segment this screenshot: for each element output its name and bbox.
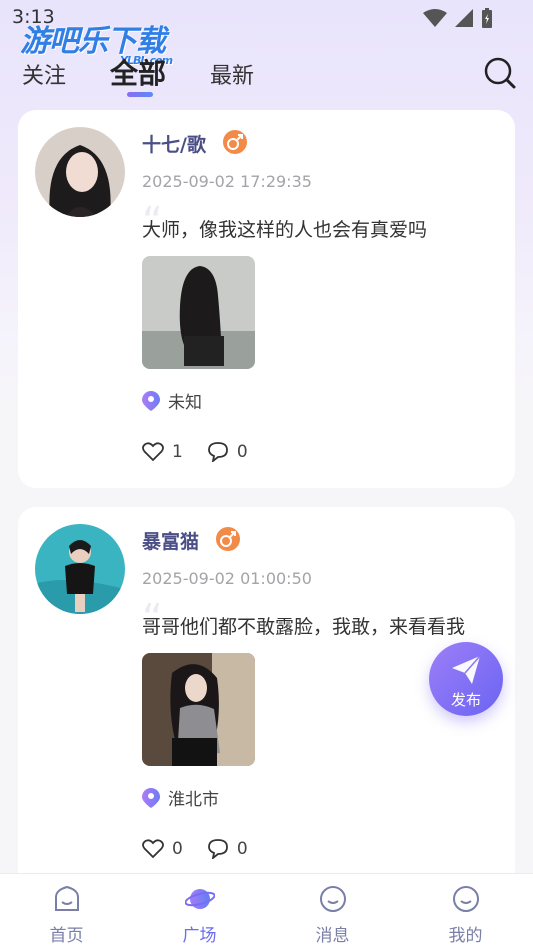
post-image[interactable]	[142, 653, 255, 766]
like-count: 0	[172, 839, 183, 859]
post-content: 大师，像我这样的人也会有真爱吗	[142, 219, 428, 241]
message-icon	[320, 886, 346, 912]
post-stats: 0 0	[142, 839, 272, 859]
location-pin-icon	[142, 390, 160, 411]
nav-messages-label: 消息	[315, 926, 350, 946]
planet-icon	[185, 889, 215, 909]
comment-icon	[207, 839, 228, 859]
post-author-name[interactable]: 暴富猫	[142, 527, 199, 554]
search-icon	[484, 57, 516, 89]
post-content: 哥哥他们都不敢露脸，我敢，来看看我	[142, 616, 466, 638]
location-text: 未知	[168, 393, 202, 413]
post-author-name[interactable]: 十七/歌	[142, 130, 206, 157]
comment-button[interactable]: 0	[207, 839, 248, 859]
publish-label: 发布	[450, 691, 481, 709]
bottom-nav: 首页 广场 消息 我的	[0, 873, 533, 949]
comment-icon	[207, 442, 228, 462]
avatar[interactable]	[35, 127, 125, 217]
nav-square[interactable]: 广场	[133, 874, 266, 949]
feed-tabs: 关注 全部 最新	[0, 50, 533, 100]
nav-home[interactable]: 首页	[0, 874, 133, 949]
post-card[interactable]: 十七/歌 2025-09-02 17:29:35 “ 大师，像我这样的人也会有真…	[18, 110, 515, 488]
like-button[interactable]: 1	[142, 442, 183, 462]
comment-count: 0	[236, 442, 248, 462]
post-timestamp: 2025-09-02 17:29:35	[142, 172, 312, 191]
avatar[interactable]	[35, 524, 125, 614]
tab-all[interactable]: 全部	[110, 52, 166, 92]
send-icon	[452, 655, 481, 684]
publish-button[interactable]: 发布	[429, 642, 503, 716]
like-button[interactable]: 0	[142, 839, 183, 859]
search-button[interactable]	[483, 56, 517, 90]
heart-icon	[142, 442, 164, 462]
female-icon	[223, 130, 247, 154]
post-image[interactable]	[142, 256, 255, 369]
female-icon	[216, 527, 240, 551]
active-tab-indicator	[127, 92, 153, 97]
nav-profile-label: 我的	[448, 926, 483, 946]
post-stats: 1 0	[142, 442, 272, 462]
status-icons	[423, 8, 493, 28]
profile-icon	[453, 886, 479, 912]
home-icon	[55, 885, 79, 911]
like-count: 1	[172, 442, 183, 462]
battery-icon	[482, 8, 492, 28]
wifi-icon	[423, 9, 447, 27]
nav-profile[interactable]: 我的	[399, 874, 532, 949]
comment-count: 0	[236, 839, 248, 859]
location-text: 淮北市	[168, 790, 219, 810]
comment-button[interactable]: 0	[207, 442, 248, 462]
signal-icon	[455, 9, 473, 27]
location-pin-icon	[142, 787, 160, 808]
tab-latest[interactable]: 最新	[210, 58, 254, 90]
nav-home-label: 首页	[49, 926, 84, 946]
nav-square-label: 广场	[182, 926, 217, 946]
post-timestamp: 2025-09-02 01:00:50	[142, 569, 312, 588]
tab-follow[interactable]: 关注	[22, 58, 66, 90]
post-location: 未知	[142, 388, 202, 413]
nav-messages[interactable]: 消息	[266, 874, 399, 949]
post-location: 淮北市	[142, 785, 219, 810]
heart-icon	[142, 839, 164, 859]
